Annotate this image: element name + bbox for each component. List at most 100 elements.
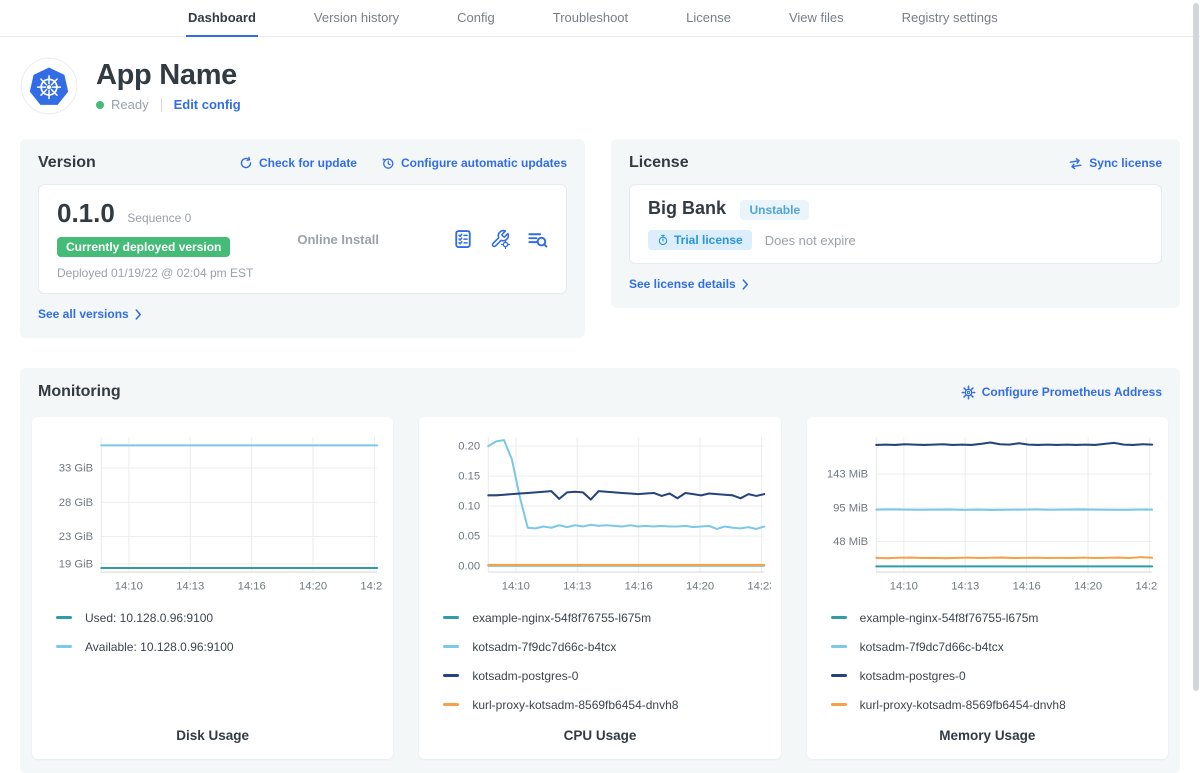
chart-title: Memory Usage bbox=[817, 712, 1158, 747]
legend-label: kurl-proxy-kotsadm-8569fb6454-dnvh8 bbox=[860, 698, 1066, 712]
edit-config-link[interactable]: Edit config bbox=[174, 97, 241, 112]
svg-text:14:10: 14:10 bbox=[502, 580, 530, 592]
legend-label: example-nginx-54f8f76755-l675m bbox=[472, 611, 651, 625]
legend-label: kotsadm-postgres-0 bbox=[472, 669, 578, 683]
legend-swatch bbox=[831, 645, 847, 648]
kubernetes-logo-icon bbox=[20, 57, 78, 115]
legend-swatch bbox=[831, 616, 847, 619]
status-dot-icon bbox=[96, 101, 104, 109]
version-card: Version Check for update bbox=[20, 139, 585, 338]
scrollbar[interactable] bbox=[1193, 3, 1199, 743]
tab-registry-settings[interactable]: Registry settings bbox=[900, 0, 1000, 37]
license-summary-row: Big Bank Unstable Trial license Does not… bbox=[629, 184, 1162, 264]
sync-icon bbox=[1068, 156, 1083, 171]
version-number: 0.1.0 bbox=[57, 198, 115, 228]
channel-badge: Unstable bbox=[740, 200, 809, 220]
legend-item: kotsadm-postgres-0 bbox=[831, 669, 1158, 683]
legend-label: kotsadm-7f9dc7d66c-b4tcx bbox=[472, 640, 616, 654]
svg-text:0.05: 0.05 bbox=[459, 531, 481, 543]
memory-usage-card: 14:1014:1314:1614:2014:23143 MiB95 MiB48… bbox=[807, 417, 1168, 759]
memory-usage-chart: 14:1014:1314:1614:2014:23143 MiB95 MiB48… bbox=[817, 429, 1158, 599]
legend-item: kotsadm-7f9dc7d66c-b4tcx bbox=[831, 640, 1158, 654]
tab-dashboard[interactable]: Dashboard bbox=[186, 0, 258, 37]
svg-text:0.15: 0.15 bbox=[459, 471, 481, 483]
deploy-logs-icon[interactable] bbox=[527, 229, 548, 250]
tab-view-files[interactable]: View files bbox=[787, 0, 846, 37]
expiration-label: Does not expire bbox=[765, 233, 856, 248]
legend-item: kotsadm-postgres-0 bbox=[443, 669, 770, 683]
chevron-right-icon bbox=[742, 279, 749, 290]
license-card: License Sync license Big Bank Unstable bbox=[611, 139, 1180, 308]
deployed-timestamp: Deployed 01/19/22 @ 02:04 pm EST bbox=[57, 266, 253, 280]
svg-text:14:13: 14:13 bbox=[564, 580, 592, 592]
app-header: App Name Ready Edit config bbox=[20, 57, 1180, 115]
legend-item: kurl-proxy-kotsadm-8569fb6454-dnvh8 bbox=[831, 698, 1158, 712]
legend-label: Available: 10.128.0.96:9100 bbox=[85, 640, 234, 654]
svg-text:14:23: 14:23 bbox=[360, 580, 383, 592]
configure-automatic-updates-link[interactable]: Configure automatic updates bbox=[381, 156, 567, 170]
legend-swatch bbox=[443, 703, 459, 706]
svg-text:95 MiB: 95 MiB bbox=[833, 503, 868, 515]
tab-config[interactable]: Config bbox=[455, 0, 497, 37]
svg-text:0.00: 0.00 bbox=[459, 561, 481, 573]
schedule-icon bbox=[381, 156, 395, 170]
svg-text:14:13: 14:13 bbox=[951, 580, 979, 592]
disk-usage-chart: 14:1014:1314:1614:2014:2333 GiB28 GiB23 … bbox=[42, 429, 383, 599]
app-title: App Name bbox=[96, 60, 241, 90]
legend-item: kurl-proxy-kotsadm-8569fb6454-dnvh8 bbox=[443, 698, 770, 712]
dashboard-page: App Name Ready Edit config Version bbox=[0, 57, 1200, 773]
divider bbox=[161, 98, 162, 112]
monitoring-section: Monitoring Configure Prometheus Address bbox=[20, 368, 1180, 773]
svg-text:14:23: 14:23 bbox=[1135, 580, 1158, 592]
version-card-title: Version bbox=[38, 154, 96, 172]
sequence-label: Sequence 0 bbox=[127, 211, 191, 225]
legend-label: kotsadm-7f9dc7d66c-b4tcx bbox=[860, 640, 1004, 654]
see-all-versions-link[interactable]: See all versions bbox=[38, 307, 142, 321]
deployed-badge: Currently deployed version bbox=[57, 237, 230, 257]
configure-prometheus-link[interactable]: Configure Prometheus Address bbox=[961, 385, 1162, 400]
svg-text:14:10: 14:10 bbox=[115, 580, 143, 592]
legend-swatch bbox=[443, 674, 459, 677]
svg-text:14:16: 14:16 bbox=[1012, 580, 1040, 592]
see-license-details-link[interactable]: See license details bbox=[629, 277, 749, 291]
svg-text:19 GiB: 19 GiB bbox=[59, 558, 93, 570]
disk-usage-card: 14:1014:1314:1614:2014:2333 GiB28 GiB23 … bbox=[32, 417, 393, 759]
nav-tabs: Dashboard Version history Config Troublesho… bbox=[186, 0, 1000, 36]
chart-title: Disk Usage bbox=[42, 712, 383, 747]
customer-name: Big Bank bbox=[648, 198, 726, 218]
legend-label: Used: 10.128.0.96:9100 bbox=[85, 611, 213, 625]
svg-text:23 GiB: 23 GiB bbox=[59, 531, 93, 543]
edit-config-gear-icon[interactable] bbox=[490, 229, 510, 249]
svg-text:14:23: 14:23 bbox=[748, 580, 771, 592]
svg-text:33 GiB: 33 GiB bbox=[59, 463, 93, 475]
tab-version-history[interactable]: Version history bbox=[312, 0, 401, 37]
cpu-usage-card: 14:1014:1314:1614:2014:230.200.150.100.0… bbox=[419, 417, 780, 759]
legend-swatch bbox=[443, 616, 459, 619]
svg-text:28 GiB: 28 GiB bbox=[59, 497, 93, 509]
cpu-usage-chart: 14:1014:1314:1614:2014:230.200.150.100.0… bbox=[429, 429, 770, 599]
legend-item: Used: 10.128.0.96:9100 bbox=[56, 611, 383, 625]
preflight-checks-icon[interactable] bbox=[453, 229, 473, 249]
memory-usage-legend: example-nginx-54f8f76755-l675mkotsadm-7f… bbox=[817, 611, 1158, 712]
monitoring-title: Monitoring bbox=[38, 383, 121, 401]
legend-item: example-nginx-54f8f76755-l675m bbox=[443, 611, 770, 625]
scrollbar-thumb[interactable] bbox=[1193, 3, 1199, 691]
tab-license[interactable]: License bbox=[684, 0, 733, 37]
check-for-update-link[interactable]: Check for update bbox=[239, 156, 357, 170]
chevron-right-icon bbox=[135, 309, 142, 320]
svg-text:14:13: 14:13 bbox=[176, 580, 204, 592]
sync-license-link[interactable]: Sync license bbox=[1068, 156, 1162, 171]
top-nav: Dashboard Version history Config Troublesho… bbox=[0, 0, 1200, 37]
app-status: Ready bbox=[111, 97, 149, 112]
svg-text:14:20: 14:20 bbox=[299, 580, 327, 592]
svg-text:0.20: 0.20 bbox=[459, 441, 481, 453]
stopwatch-icon bbox=[657, 234, 669, 246]
tab-troubleshoot[interactable]: Troubleshoot bbox=[551, 0, 630, 37]
svg-text:0.10: 0.10 bbox=[459, 501, 481, 513]
gear-icon bbox=[961, 385, 976, 400]
refresh-icon bbox=[239, 156, 253, 170]
svg-text:14:20: 14:20 bbox=[686, 580, 714, 592]
current-version-row: 0.1.0 Sequence 0 Currently deployed vers… bbox=[38, 184, 567, 294]
legend-label: kotsadm-postgres-0 bbox=[860, 669, 966, 683]
svg-text:14:10: 14:10 bbox=[889, 580, 917, 592]
